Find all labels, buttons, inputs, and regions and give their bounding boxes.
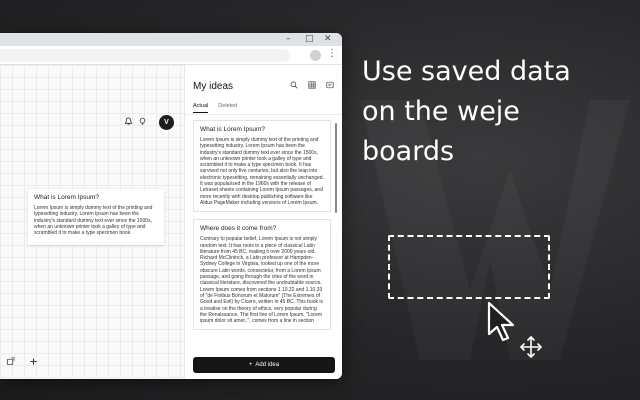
idea-title: Where does it come from? (200, 225, 277, 233)
ideas-scrollbar[interactable] (335, 123, 337, 213)
list-item[interactable]: Where does it come from? Contrary to pop… (193, 219, 331, 331)
more-menu-icon[interactable]: ⋮ (327, 48, 337, 59)
my-ideas-panel: My ideas Actual Deleted What is Lorem Ip… (184, 65, 342, 379)
lightbulb-icon[interactable] (136, 115, 148, 127)
search-icon[interactable] (290, 81, 298, 91)
profile-avatar[interactable] (310, 50, 321, 61)
headline-line-3: boards (362, 136, 455, 167)
panel-icons (290, 81, 334, 91)
mouse-pointer-icon (487, 301, 515, 342)
shape-icon[interactable] (6, 357, 15, 369)
panel-title: My ideas (193, 81, 234, 92)
card-text: Lorem Ipsum is simply dummy text of the … (34, 205, 153, 237)
board-idea-card[interactable]: What is Lorem Ipsum? Lorem Ipsum is simp… (28, 189, 164, 245)
drop-target-box (388, 235, 550, 299)
tabs-divider (185, 114, 342, 115)
bell-icon[interactable] (122, 115, 134, 127)
headline-line-2: on the weje (362, 96, 520, 127)
tab-deleted[interactable]: Deleted (218, 103, 237, 113)
browser-titlebar: – □ ✕ (0, 33, 342, 46)
plus-icon[interactable] (29, 357, 38, 369)
promo-headline: Use saved data on the weje boards (362, 52, 632, 172)
move-arrows-icon (520, 336, 542, 358)
maximize-icon[interactable]: □ (305, 34, 314, 45)
idea-text: Lorem Ipsum is simply dummy text of the … (200, 137, 324, 206)
browser-toolbar: ⋮ (0, 46, 342, 65)
list-item[interactable]: What is Lorem Ipsum? Lorem Ipsum is simp… (193, 120, 331, 213)
user-avatar[interactable]: V (159, 115, 174, 130)
add-idea-label: Add idea (255, 362, 280, 368)
plus-icon: + (248, 362, 253, 368)
idea-text: Contrary to popular belief, Lorem Ipsum … (200, 236, 324, 325)
card-title: What is Lorem Ipsum? (34, 194, 100, 201)
ideas-tabs: Actual Deleted (193, 103, 237, 113)
tab-actual[interactable]: Actual (193, 103, 209, 113)
address-bar[interactable] (0, 49, 290, 62)
close-icon[interactable]: ✕ (324, 34, 332, 45)
grid-view-icon[interactable] (308, 81, 316, 91)
board-bottom-toolbar (6, 357, 38, 369)
ideas-list[interactable]: What is Lorem Ipsum? Lorem Ipsum is simp… (193, 120, 331, 351)
headline-line-1: Use saved data (362, 56, 571, 87)
minimize-icon[interactable]: – (286, 34, 291, 45)
weje-board-canvas[interactable]: V What is Lorem Ipsum? Lorem Ipsum is si… (0, 65, 184, 379)
collapse-panel-icon[interactable] (326, 81, 334, 91)
add-idea-button[interactable]: + Add idea (193, 357, 335, 373)
page-content: V What is Lorem Ipsum? Lorem Ipsum is si… (0, 65, 342, 379)
idea-title: What is Lorem Ipsum? (200, 126, 266, 133)
browser-window: – □ ✕ ⋮ V What is Lorem Ipsum? Lorem Ips… (0, 33, 342, 379)
